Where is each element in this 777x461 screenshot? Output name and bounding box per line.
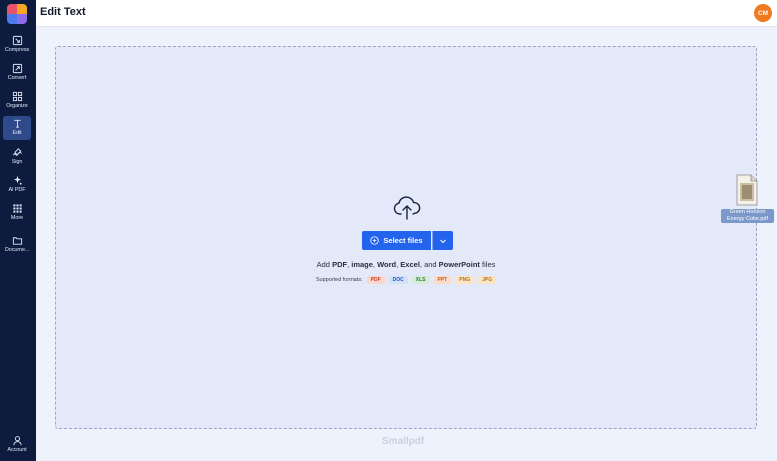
desktop-file-label: Green Horizon Energy Color.pdf: [721, 209, 774, 223]
supported-formats-label: Supported formats:: [315, 277, 363, 283]
smallpdf-logo[interactable]: [7, 4, 27, 24]
format-badge-xls: XLS: [411, 276, 430, 284]
type-powerpoint: PowerPoint: [438, 260, 480, 269]
grid-icon: [12, 91, 22, 102]
sidebar-item-label: Edit: [12, 130, 22, 136]
add-files-text: Add PDF, image, Word, Excel, and PowerPo…: [56, 260, 756, 269]
sparkle-icon: [13, 175, 22, 185]
cloud-upload-icon: [393, 196, 421, 220]
plus-circle-icon: [370, 236, 380, 245]
sidebar-item-label: Compress: [4, 47, 30, 53]
text-cursor-icon: [13, 119, 21, 128]
folder-icon: [12, 237, 22, 245]
select-files-group: Select files: [362, 231, 453, 250]
type-pdf: PDF: [332, 260, 348, 269]
sidebar-item-edit[interactable]: Edit: [3, 116, 31, 140]
pen-sign-icon: [12, 148, 22, 156]
format-badge-ppt: PPT: [433, 276, 452, 284]
supported-formats: Supported formats: PDF DOC XLS PPT PNG J…: [56, 276, 756, 284]
chevron-down-icon: [440, 239, 446, 243]
type-word: Word: [377, 260, 397, 269]
user-icon: [12, 436, 22, 446]
sidebar-item-sign[interactable]: Sign: [3, 145, 31, 169]
select-source-dropdown[interactable]: [432, 231, 453, 250]
page-title: Edit Text: [40, 6, 86, 18]
format-badge-pdf: PDF: [366, 276, 385, 284]
select-files-button[interactable]: Select files: [362, 231, 431, 250]
format-badge-png: PNG: [455, 276, 475, 284]
type-excel: Excel: [400, 260, 420, 269]
sidebar-item-more[interactable]: More: [3, 201, 31, 225]
select-files-label: Select files: [383, 236, 423, 245]
sidebar-item-label: Convert: [7, 75, 27, 81]
sidebar-item-label: Organize: [6, 103, 28, 109]
compress-icon: [12, 35, 22, 46]
sidebar-item-account[interactable]: Account: [3, 433, 31, 457]
sidebar-item-label: Docume...: [4, 247, 30, 253]
avatar[interactable]: CM: [754, 4, 772, 22]
file-dropzone[interactable]: Select files Add PDF, image, Word, Excel…: [55, 46, 757, 429]
add-prefix: Add: [316, 260, 333, 269]
brand-watermark: Smallpdf: [382, 436, 425, 447]
sidebar-item-organize[interactable]: Organize: [3, 89, 31, 113]
sidebar-item-compress[interactable]: Compress: [3, 33, 31, 57]
sidebar-item-label: More: [10, 215, 24, 221]
type-image: image: [351, 260, 373, 269]
sidebar-item-label: AI PDF: [8, 187, 26, 193]
top-bar: Edit Text CM: [36, 0, 777, 27]
sidebar-item-convert[interactable]: Convert: [3, 61, 31, 85]
add-suffix: files: [479, 260, 496, 269]
sidebar-item-label: Sign: [11, 159, 23, 165]
sidebar-item-ai-pdf[interactable]: AI PDF: [3, 173, 31, 197]
sidebar-item-label: Account: [7, 447, 27, 453]
format-badge-doc: DOC: [388, 276, 408, 284]
separator: , and: [419, 260, 439, 269]
pdf-file-icon[interactable]: [735, 174, 759, 206]
sidebar-item-documents[interactable]: Docume...: [3, 233, 31, 257]
sidebar: Compress Convert Organize Edit Sign AI P…: [0, 0, 36, 461]
convert-icon: [12, 63, 22, 74]
format-badge-jpg: JPG: [478, 276, 497, 284]
apps-grid-icon: [12, 204, 22, 213]
